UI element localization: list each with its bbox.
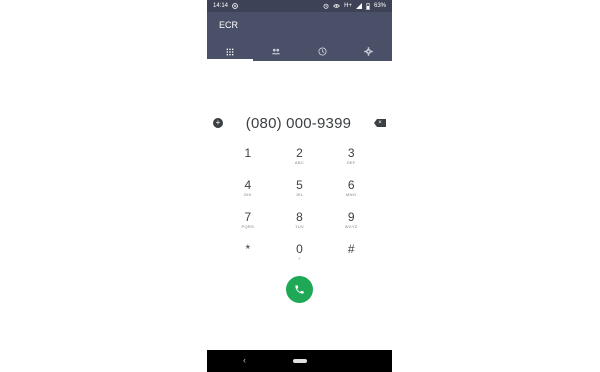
key-letters: MNO xyxy=(346,192,357,197)
key-letters: PQRS xyxy=(241,224,255,229)
dialpad-key-4[interactable]: 4 GHI xyxy=(222,177,274,209)
nav-back-icon[interactable]: ‹ xyxy=(243,355,246,365)
dialed-number[interactable]: (080) 000-9399 xyxy=(246,115,351,132)
backspace-icon[interactable]: × xyxy=(373,119,386,127)
app-title: ECR xyxy=(219,20,239,30)
key-letters: WXYZ xyxy=(344,224,358,229)
key-digit: 7 xyxy=(244,210,252,224)
dialpad-key-star[interactable]: * xyxy=(222,241,274,273)
dialpad-key-1[interactable]: 1 xyxy=(222,145,274,177)
tab-recents[interactable] xyxy=(300,42,346,61)
key-digit: 9 xyxy=(347,210,355,224)
key-digit: # xyxy=(347,242,355,256)
key-letters: GHI xyxy=(243,192,252,197)
settings-gear-icon xyxy=(364,47,374,56)
key-digit: 2 xyxy=(296,146,303,160)
tab-bar xyxy=(207,42,392,61)
key-digit: 1 xyxy=(244,146,252,160)
dialpad: 1 2 ABC 3 DEF 4 GHI 5 JKL 6 MNO 7 PQRS 8 xyxy=(222,145,377,273)
nav-home-pill-icon[interactable] xyxy=(293,359,307,363)
call-button[interactable] xyxy=(286,276,313,303)
dialpad-key-0[interactable]: 0 + xyxy=(274,241,326,273)
dialed-number-row: + (080) 000-9399 × xyxy=(207,113,392,133)
status-time: 14:14 xyxy=(213,3,229,9)
network-type: H+ xyxy=(344,3,352,9)
key-letters: ABC xyxy=(294,160,305,165)
key-letters: TUV xyxy=(295,224,304,229)
dialpad-key-hash[interactable]: # xyxy=(325,241,377,273)
battery-icon xyxy=(366,2,370,10)
key-letters: JKL xyxy=(295,192,304,197)
key-digit: 0 xyxy=(296,242,303,256)
signal-icon xyxy=(355,3,362,9)
key-digit: 8 xyxy=(296,210,303,224)
dialpad-key-5[interactable]: 5 JKL xyxy=(274,177,326,209)
dialpad-key-7[interactable]: 7 PQRS xyxy=(222,209,274,241)
app-toolbar: ECR xyxy=(207,12,392,61)
visibility-icon xyxy=(333,4,341,8)
add-contact-icon[interactable]: + xyxy=(213,118,223,128)
status-bar: 14:14 H+ 63% xyxy=(207,0,392,12)
phone-call-icon xyxy=(295,285,304,294)
key-digit: * xyxy=(245,242,251,256)
dialpad-key-2[interactable]: 2 ABC xyxy=(274,145,326,177)
tab-settings[interactable] xyxy=(346,42,392,61)
dialpad-key-8[interactable]: 8 TUV xyxy=(274,209,326,241)
key-digit: 6 xyxy=(347,178,355,192)
dialpad-key-9[interactable]: 9 WXYZ xyxy=(325,209,377,241)
tab-contacts[interactable] xyxy=(253,42,299,61)
alarm-icon xyxy=(323,3,329,9)
recents-clock-icon xyxy=(318,47,327,56)
phone-screen: 14:14 H+ 63% ECR + (080) 000-9399 × 1 2 … xyxy=(207,0,392,372)
key-digit: 5 xyxy=(296,178,303,192)
battery-level: 63% xyxy=(373,3,386,9)
key-letters: + xyxy=(298,256,301,261)
contacts-icon xyxy=(271,48,281,55)
key-letters: DEF xyxy=(346,160,356,165)
key-digit: 3 xyxy=(347,146,355,160)
dialpad-key-6[interactable]: 6 MNO xyxy=(325,177,377,209)
dialpad-key-3[interactable]: 3 DEF xyxy=(325,145,377,177)
app-notification-icon xyxy=(232,3,238,9)
navigation-bar: ‹ xyxy=(207,350,392,372)
key-digit: 4 xyxy=(244,178,252,192)
dialpad-icon xyxy=(226,48,234,55)
tab-dialpad[interactable] xyxy=(207,42,254,61)
